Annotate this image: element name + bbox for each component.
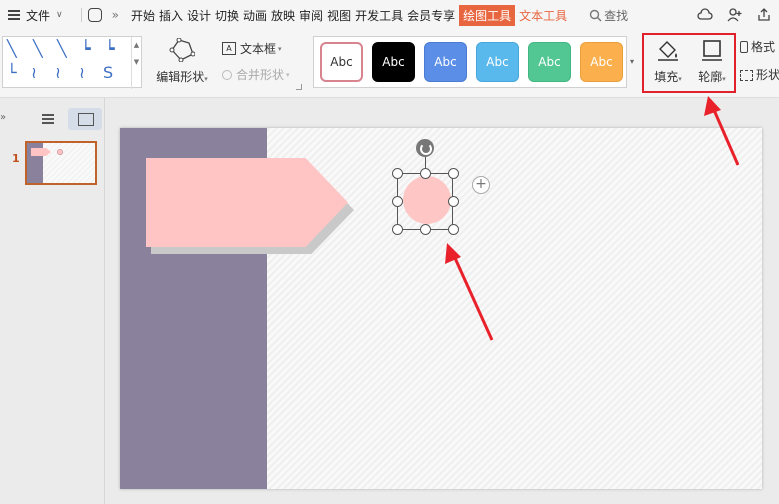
rotate-handle-icon[interactable]: [416, 139, 434, 157]
fill-button[interactable]: 填充▾: [648, 39, 688, 85]
resize-handle-w[interactable]: [392, 196, 403, 207]
dropdown-caret-icon: ▾: [678, 75, 682, 83]
resize-handle-s[interactable]: [420, 224, 431, 235]
more-icon[interactable]: »: [112, 8, 119, 22]
thumb-arrow: [31, 148, 51, 156]
format-painter-label: 格式: [751, 40, 776, 54]
freeform-curve-icon[interactable]: S: [103, 65, 113, 81]
collapse-pane-icon[interactable]: »: [0, 112, 6, 123]
slide-canvas[interactable]: +: [120, 128, 762, 489]
save-icon[interactable]: [87, 8, 102, 22]
search-icon: [589, 9, 602, 21]
menu-bar: 文件 ∨ » 开始 插入 设计 切换 动画 放映 审阅 视图 开发工具 会员专享…: [0, 0, 779, 30]
presentation-app: 文件 ∨ » 开始 插入 设计 切换 动画 放映 审阅 视图 开发工具 会员专享…: [0, 0, 779, 504]
group-launcher-icon[interactable]: [296, 84, 302, 90]
shape-styles-gallery: Abc Abc Abc Abc Abc Abc: [313, 36, 627, 88]
shape-effects-button[interactable]: 形状: [740, 66, 779, 83]
share-icon[interactable]: [757, 8, 771, 22]
tab-review[interactable]: 审阅: [299, 7, 323, 24]
merge-shapes-icon: [222, 69, 232, 80]
selection-box: [397, 173, 453, 230]
line-shape-icon[interactable]: ╲: [7, 41, 17, 57]
edit-shape-icon: [169, 38, 195, 62]
add-user-icon[interactable]: [727, 8, 743, 22]
pentagon-arrow-shape[interactable]: [146, 158, 348, 247]
outline-button[interactable]: 轮廓▾: [692, 39, 732, 85]
format-painter-button[interactable]: 格式: [740, 38, 775, 55]
tab-design[interactable]: 设计: [187, 7, 211, 24]
outline-label: 轮廓: [698, 70, 723, 84]
style-preset-green[interactable]: Abc: [528, 42, 571, 82]
tab-developer[interactable]: 开发工具: [355, 7, 403, 24]
slide-thumbnail[interactable]: [25, 141, 97, 185]
shape-effects-label: 形状: [756, 68, 779, 82]
tab-start[interactable]: 开始: [131, 7, 155, 24]
merge-shapes-label: 合并形状: [236, 68, 285, 82]
add-shape-plus-icon[interactable]: +: [472, 176, 490, 194]
shapes-gallery-scroll[interactable]: ▲ ▼: [131, 37, 141, 89]
file-menu-label: 文件: [26, 8, 51, 23]
tab-slideshow[interactable]: 放映: [271, 7, 295, 24]
tab-membership[interactable]: 会员专享: [407, 7, 455, 24]
chevron-down-icon: ∨: [56, 10, 63, 20]
edit-shape-label: 编辑形状: [156, 70, 205, 84]
style-preset-orange[interactable]: Abc: [580, 42, 623, 82]
shape-effects-icon: [740, 70, 753, 81]
text-box-button[interactable]: A 文本框 ▾: [222, 40, 282, 57]
dropdown-caret-icon: ▾: [722, 75, 726, 83]
outline-view-icon[interactable]: [38, 112, 54, 126]
dropdown-caret-icon: ▾: [286, 70, 290, 79]
dropdown-caret-icon: ▾: [278, 44, 282, 53]
resize-handle-sw[interactable]: [392, 224, 403, 235]
resize-handle-n[interactable]: [420, 168, 431, 179]
style-preset-sky[interactable]: Abc: [476, 42, 519, 82]
arrow-line-shape-icon[interactable]: ╲: [33, 41, 43, 57]
shapes-gallery[interactable]: ╲ ╲ ╲ ┕ ┕ └ ≀ ≀ ≀ S ▲ ▼: [2, 36, 142, 89]
edit-shape-button[interactable]: 编辑形状▾: [152, 38, 212, 88]
tab-animation[interactable]: 动画: [243, 7, 267, 24]
thumbnail-view-icon[interactable]: [68, 108, 102, 130]
styles-gallery-expand[interactable]: ▾: [627, 36, 637, 88]
window-actions: [697, 8, 771, 22]
merge-shapes-button[interactable]: 合并形状 ▾: [222, 66, 290, 83]
search-label: 查找: [604, 8, 629, 23]
slide-number: 1: [12, 152, 20, 165]
format-painter-icon: [740, 41, 748, 53]
cloud-icon[interactable]: [697, 8, 713, 22]
tab-transition[interactable]: 切换: [215, 7, 239, 24]
text-box-icon: A: [222, 42, 236, 55]
text-box-label: 文本框: [240, 42, 277, 56]
resize-handle-se[interactable]: [448, 224, 459, 235]
ribbon-toolbar: ╲ ╲ ╲ ┕ ┕ └ ≀ ≀ ≀ S ▲ ▼ 编辑形状▾ A 文本框 ▾ 合并形…: [0, 30, 779, 98]
slides-pane: » 1: [0, 98, 105, 504]
fill-bucket-icon: [658, 41, 678, 61]
thumb-circle: [57, 149, 63, 155]
curved-connector-icon[interactable]: ≀: [31, 65, 37, 81]
style-preset-black[interactable]: Abc: [372, 42, 415, 82]
style-preset-blue[interactable]: Abc: [424, 42, 467, 82]
search-box[interactable]: 查找: [589, 7, 628, 24]
dropdown-caret-icon: ▾: [204, 75, 208, 83]
resize-handle-e[interactable]: [448, 196, 459, 207]
tab-view[interactable]: 视图: [327, 7, 351, 24]
elbow-arrow-connector-icon[interactable]: ┕: [105, 41, 115, 57]
resize-handle-ne[interactable]: [448, 168, 459, 179]
elbow-connector-icon[interactable]: ┕: [81, 41, 91, 57]
file-menu-button[interactable]: 文件 ∨: [8, 7, 63, 24]
curved-arrow-connector-icon[interactable]: ≀: [55, 65, 61, 81]
elbow-double-connector-icon[interactable]: └: [7, 65, 17, 81]
resize-handle-nw[interactable]: [392, 168, 403, 179]
double-arrow-shape-icon[interactable]: ╲: [57, 41, 67, 57]
style-preset-white[interactable]: Abc: [320, 42, 363, 82]
fill-outline-group: 填充▾ 轮廓▾: [642, 33, 736, 93]
hamburger-icon: [8, 10, 20, 20]
tab-insert[interactable]: 插入: [159, 7, 183, 24]
divider: [80, 8, 82, 22]
fill-label: 填充: [654, 70, 679, 84]
curved-double-connector-icon[interactable]: ≀: [79, 65, 85, 81]
tab-drawing-tools[interactable]: 绘图工具: [459, 4, 516, 26]
tab-text-tools[interactable]: 文本工具: [519, 7, 567, 24]
outline-square-icon: [702, 40, 722, 61]
